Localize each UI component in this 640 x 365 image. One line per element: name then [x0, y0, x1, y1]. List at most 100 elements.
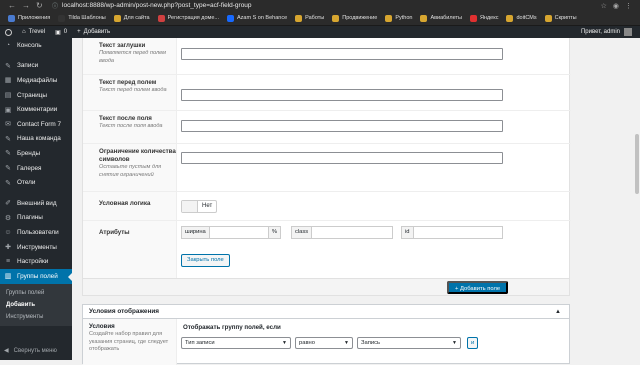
sidebar-item[interactable]: ✉ Contact Form 7 — [0, 117, 72, 132]
rule-value-select[interactable]: Запись ▼ — [357, 337, 461, 349]
back-icon[interactable]: ← — [8, 1, 16, 10]
bookmark-label: Продвижение — [342, 15, 378, 21]
bookmark-item[interactable]: Скрипты — [541, 14, 581, 22]
bookmark-item[interactable]: Для сайта — [110, 14, 154, 22]
sidebar-item[interactable]: ≡ Настройки — [0, 254, 72, 269]
sidebar-item[interactable]: ☺ Пользователи — [0, 225, 72, 240]
sidebar-item[interactable]: ✐ Внешний вид — [0, 196, 72, 211]
show-if-label: Отображать группу полей, если — [183, 324, 281, 331]
pin-icon: ✎ — [5, 150, 11, 158]
pin-icon: ✎ — [5, 62, 11, 70]
toggle-knob — [182, 201, 198, 212]
bookmark-item[interactable]: Tilda Шаблоны — [54, 14, 110, 22]
submenu-item[interactable]: Группы полей — [0, 287, 72, 299]
forward-icon[interactable]: → — [22, 1, 30, 10]
sidebar-item[interactable]: ✎ Отели — [0, 175, 72, 190]
add-and-rule-button[interactable]: и — [467, 337, 479, 349]
sidebar-item-label: Отели — [17, 179, 36, 187]
wp-logo-menu[interactable] — [0, 28, 17, 36]
width-input[interactable] — [209, 227, 268, 238]
field-title: Текст заглушки — [99, 42, 146, 49]
menu-icon[interactable]: ⋮ — [625, 2, 632, 10]
home-icon: ⌂ — [22, 29, 26, 35]
bookmark-label: Для сайта — [123, 15, 150, 21]
class-input[interactable] — [312, 227, 392, 238]
scrollbar-thumb[interactable] — [635, 134, 639, 194]
conditional-logic-toggle[interactable]: Нет — [181, 200, 217, 213]
comments-count: 0 — [63, 29, 68, 35]
settings-icon: ≡ — [5, 258, 11, 266]
maxlength-row: Ограничение количества символов Оставьте… — [83, 143, 571, 191]
width-input-group: ширина % — [181, 226, 281, 239]
sidebar-item[interactable]: ▥ Группы полей — [0, 268, 72, 284]
rule-operator-select[interactable]: равно ▼ — [295, 337, 353, 349]
page-scrollbar[interactable] — [634, 38, 640, 360]
id-input-group: id — [401, 226, 503, 239]
close-field-button[interactable]: Закрыть поле — [181, 254, 230, 267]
bookmark-item[interactable]: Работы — [291, 14, 328, 22]
collapse-menu-button[interactable]: ◀ Свернуть меню — [4, 347, 57, 355]
location-header[interactable]: Условия отображения ▲ — [83, 305, 569, 319]
bookmark-item[interactable]: Azam S on Behance — [223, 14, 291, 22]
sidebar-item[interactable]: ✎ Наша команда — [0, 132, 72, 147]
submenu-item[interactable]: Добавить — [0, 299, 72, 311]
bookmark-label: Python — [395, 15, 413, 21]
field-title: Текст после поля — [99, 115, 152, 122]
new-content-label: Добавить — [83, 29, 111, 35]
collapse-icon: ◀ — [4, 348, 9, 354]
submenu-item[interactable]: Инструменты — [0, 311, 72, 323]
new-content-menu[interactable]: + Добавить — [72, 29, 115, 35]
url-field[interactable]: ⓘ localhost:8888/wp-admin/post-new.php?p… — [52, 1, 252, 10]
add-field-button[interactable]: + Добавить поле — [447, 281, 509, 294]
extensions-icon[interactable]: ◉ — [613, 2, 619, 10]
sidebar-item-label: Записи — [17, 62, 39, 70]
folder-icon — [385, 14, 393, 22]
sidebar-item[interactable]: ◔ Консоль — [0, 38, 72, 53]
field-title: Атрибуты — [99, 229, 130, 236]
comments-menu[interactable]: ▣ 0 — [50, 29, 72, 36]
sidebar-item[interactable]: ⚙ Плагины — [0, 211, 72, 226]
sidebar-item[interactable]: ▦ Медиафайлы — [0, 73, 72, 88]
account-menu[interactable]: Привет, admin — [581, 28, 640, 36]
bookmark-item[interactable]: Регистрация доме... — [154, 14, 223, 22]
sidebar-item-label: Инструменты — [17, 243, 57, 251]
bookmark-item[interactable]: Авиабилеты — [416, 14, 466, 22]
dashboard-icon: ◔ — [5, 41, 11, 49]
prepend-label: Текст перед полем Текст перед полем ввод… — [83, 75, 177, 110]
placeholder-input[interactable] — [181, 48, 503, 60]
mail-icon: ✉ — [5, 121, 11, 129]
brush-icon: ✐ — [5, 200, 11, 208]
bookmark-item[interactable]: Python — [381, 14, 416, 22]
class-input-group: class — [291, 226, 393, 239]
sidebar-item[interactable]: ✎ Записи — [0, 59, 72, 74]
id-input[interactable] — [413, 227, 502, 238]
sidebar-item[interactable]: ✚ Инструменты — [0, 240, 72, 255]
append-input[interactable] — [181, 120, 503, 132]
folder-icon — [226, 14, 234, 22]
reload-icon[interactable]: ↻ — [36, 1, 43, 10]
bookmark-label: Azam S on Behance — [236, 15, 288, 21]
wordpress-icon — [5, 28, 12, 36]
prepend-input[interactable] — [181, 89, 503, 101]
sidebar-item[interactable]: ✎ Бренды — [0, 146, 72, 161]
sidebar-item[interactable]: ▣ Комментарии — [0, 102, 72, 117]
bookmark-item[interactable]: Яндекс — [466, 14, 503, 22]
sidebar-item[interactable]: ✎ Галерея — [0, 161, 72, 176]
star-icon[interactable]: ☆ — [601, 2, 607, 10]
bookmark-item[interactable]: Приложения — [4, 14, 54, 22]
info-icon: ⓘ — [52, 4, 59, 10]
caret-up-icon[interactable]: ▲ — [555, 305, 561, 319]
maxlength-input[interactable] — [181, 152, 503, 164]
rule-param-select[interactable]: Тип записи ▼ — [181, 337, 291, 349]
bookmark-item[interactable]: doitCMs — [502, 14, 540, 22]
folder-icon — [157, 14, 165, 22]
sidebar-item[interactable]: ▤ Страницы — [0, 88, 72, 103]
bookmark-item[interactable]: Продвижение — [328, 14, 381, 22]
fields-icon: ▥ — [4, 273, 12, 281]
field-title: Условная логика — [99, 200, 151, 207]
location-box: Условия отображения ▲ Условия Создайте н… — [82, 304, 570, 365]
fields-footer: + Добавить поле — [82, 278, 570, 296]
sidebar-item-label: Пользователи — [17, 228, 59, 236]
site-name-menu[interactable]: ⌂ Trevel — [17, 29, 50, 35]
collapse-label: Свернуть меню — [13, 347, 57, 354]
